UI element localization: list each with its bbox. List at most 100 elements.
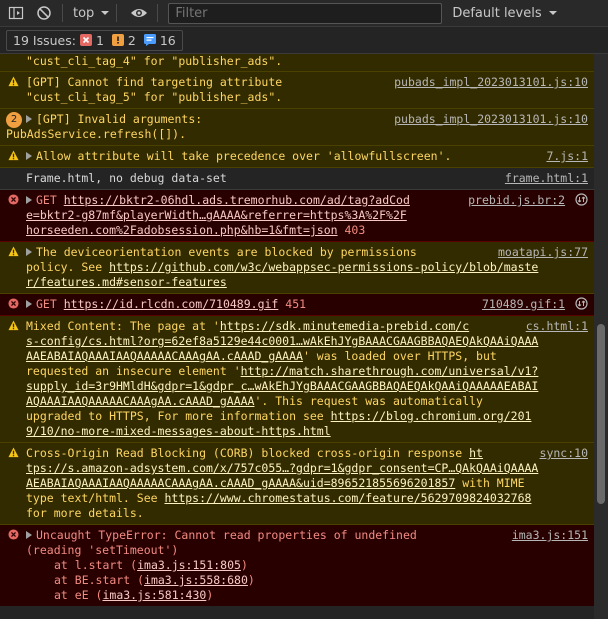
message-text: "cust_cli_tag_4" for "publisher_ads". <box>26 54 283 68</box>
message-link[interactable]: http://match.sharethrough.com/universal/… <box>241 364 539 378</box>
message-source-link[interactable]: 710489.gif:1 <box>482 297 565 311</box>
expand-triangle-icon[interactable] <box>26 115 32 123</box>
message-text: PubAdsService.refresh([]). <box>6 127 187 141</box>
stack-link[interactable]: ima3.js:581:430 <box>102 588 206 602</box>
chevron-down-icon <box>548 11 557 15</box>
message-source-link[interactable]: pubads_impl_2023013101.js:10 <box>394 112 588 127</box>
message-source-link[interactable]: 7.js:1 <box>546 149 588 164</box>
status-code: 451 <box>285 297 307 311</box>
message-link[interactable]: AAEABAIAQAAAIAAQAAAAACAAAgAA.cAAAD_gAAAA <box>26 349 303 363</box>
stack-frame: at BE.start (ima3.js:558:680) <box>26 573 588 588</box>
network-request-icon[interactable] <box>575 297 588 310</box>
stack-text: ) <box>247 573 255 587</box>
warning-icon <box>8 320 19 331</box>
warning-icon <box>8 150 19 161</box>
console-message: pubads_impl_2023013101.js:10 [GPT] Canno… <box>0 72 594 109</box>
message-text: type text/html. See <box>26 491 165 505</box>
warning-icon <box>8 76 19 87</box>
expand-triangle-icon[interactable] <box>26 531 32 539</box>
filter-input[interactable] <box>168 2 443 24</box>
message-source-link[interactable]: prebid.js.br:2 <box>468 193 565 207</box>
request-url-link[interactable]: horseeden.com%2Fadobsession.php&hb=1&fmt… <box>26 223 338 237</box>
message-text: "cust_cli_tag_5" for "publisher_ads". <box>26 90 283 104</box>
message-source-link[interactable]: sync:10 <box>540 446 588 461</box>
message-text: '. This request was automatically <box>254 394 483 408</box>
warning-icon <box>111 34 124 46</box>
stack-frame: at eE (ima3.js:581:430) <box>26 588 588 603</box>
message-link[interactable]: https://github.com/w3c/webappsec-permiss… <box>109 260 538 274</box>
request-url-link[interactable]: https://bktr2-06hdl.ads.tremorhub.com/ad… <box>64 193 410 207</box>
message-source-link[interactable]: ima3.js:151 <box>512 528 588 543</box>
console-message: 710489.gif:1 GET https://id.rlcdn.com/71… <box>0 294 594 316</box>
vertical-scrollbar[interactable] <box>594 54 608 619</box>
stack-text: ) <box>206 588 214 602</box>
console-message: 7.js:1 Allow attribute will take precede… <box>0 146 594 168</box>
message-link[interactable]: https://www.chromestatus.com/feature/562… <box>164 491 531 505</box>
console-log: "cust_cli_tag_4" for "publisher_ads". pu… <box>0 54 594 619</box>
toolbar-divider <box>116 4 118 22</box>
message-text: for more details. <box>26 506 144 520</box>
clear-console-icon[interactable] <box>32 1 56 25</box>
network-request-icon[interactable] <box>575 193 588 206</box>
issues-info-count: 16 <box>159 32 176 48</box>
message-link[interactable]: https://blog.chromium.org/201 <box>331 409 532 423</box>
expand-triangle-icon[interactable] <box>26 196 32 204</box>
error-icon <box>79 34 92 46</box>
message-text: upgraded to HTTPS, For more information … <box>26 409 331 423</box>
context-selector[interactable]: top <box>73 6 110 21</box>
console-message: frame.html:1 Frame.html, no debug data-s… <box>0 168 594 190</box>
message-link[interactable]: r/features.md#sensor-features <box>26 275 227 289</box>
console-message: "cust_cli_tag_4" for "publisher_ads". <box>0 54 594 72</box>
issues-warning-count: 2 <box>127 32 136 48</box>
message-source-area: 710489.gif:1 <box>482 297 588 312</box>
repeat-count-badge: 2 <box>6 112 22 128</box>
message-link[interactable]: s-config/cs.html?org=62ef8a5129e44c0001…… <box>26 334 538 348</box>
request-method: GET <box>36 193 57 207</box>
message-link[interactable]: https://sdk.minutemedia-prebid.com/c <box>220 319 469 333</box>
scrollbar-thumb[interactable] <box>597 324 605 504</box>
error-circle-icon <box>8 194 19 205</box>
message-source-area: prebid.js.br:2 <box>468 193 588 208</box>
message-source-link[interactable]: pubads_impl_2023013101.js:10 <box>394 75 588 90</box>
message-link[interactable]: AQAAAIAAQAAAAACAAAgAA.cAAAD_gAAAA <box>26 394 254 408</box>
expand-triangle-icon[interactable] <box>26 300 32 308</box>
message-text: requested an insecure element ' <box>26 364 241 378</box>
stack-link[interactable]: ima3.js:558:680 <box>144 573 248 587</box>
request-url-link[interactable]: e=bktr2-g87mf&playerWidth…gAAAA&referrer… <box>26 208 407 222</box>
message-source-link[interactable]: cs.html:1 <box>526 319 588 334</box>
stack-text: at l.start ( <box>54 558 138 572</box>
console-message: cs.html:1 Mixed Content: The page at 'ht… <box>0 316 594 443</box>
message-link[interactable]: 9/10/no-more-mixed-messages-about-https.… <box>26 424 331 438</box>
error-circle-icon <box>8 298 19 309</box>
issues-error-count: 1 <box>95 32 104 48</box>
eye-icon[interactable] <box>127 1 151 25</box>
message-text: (reading 'setTimeout') <box>26 543 179 557</box>
stack-link[interactable]: ima3.js:151:805 <box>137 558 241 572</box>
request-url-link[interactable]: https://id.rlcdn.com/710489.gif <box>64 297 279 311</box>
message-text: The deviceorientation events are blocked… <box>36 245 417 259</box>
status-code: 403 <box>344 223 366 237</box>
message-link[interactable]: ht <box>469 446 483 460</box>
stack-text: at BE.start ( <box>54 573 145 587</box>
console-message: prebid.js.br:2 GET https://bktr2-06hdl.a… <box>0 190 594 242</box>
chevron-down-icon <box>101 11 110 15</box>
sidebar-toggle-icon[interactable] <box>4 1 28 25</box>
message-link[interactable]: tps://s.amazon-adsystem.com/x/757c055…?g… <box>26 461 538 475</box>
message-text: Mixed Content: The page at ' <box>26 319 220 333</box>
warning-icon <box>8 246 19 257</box>
expand-triangle-icon[interactable] <box>26 152 32 160</box>
warning-icon <box>8 447 19 458</box>
message-text: with MIME <box>455 476 525 490</box>
message-source-link[interactable]: frame.html:1 <box>505 171 588 186</box>
message-text: Frame.html, no debug data-set <box>26 171 227 185</box>
toolbar-divider <box>62 4 63 22</box>
console-toolbar: top Default levels <box>0 0 608 27</box>
log-levels-dropdown[interactable]: Default levels <box>452 6 557 21</box>
expand-triangle-icon[interactable] <box>26 248 32 256</box>
message-source-link[interactable]: moatapi.js:77 <box>498 245 588 260</box>
issues-button[interactable]: 19 Issues: 1 2 16 <box>6 29 183 51</box>
message-link[interactable]: supply_id=3r9HMldH&gdpr=1&gdpr_c…wAkEhJY… <box>26 379 538 393</box>
issues-label: 19 Issues: <box>13 32 76 48</box>
issues-bar: 19 Issues: 1 2 16 <box>0 27 608 54</box>
message-link[interactable]: AEABAIAQAAAIAAQAAAAACAAAgAA.cAAAD_gAAAA&… <box>26 476 455 490</box>
